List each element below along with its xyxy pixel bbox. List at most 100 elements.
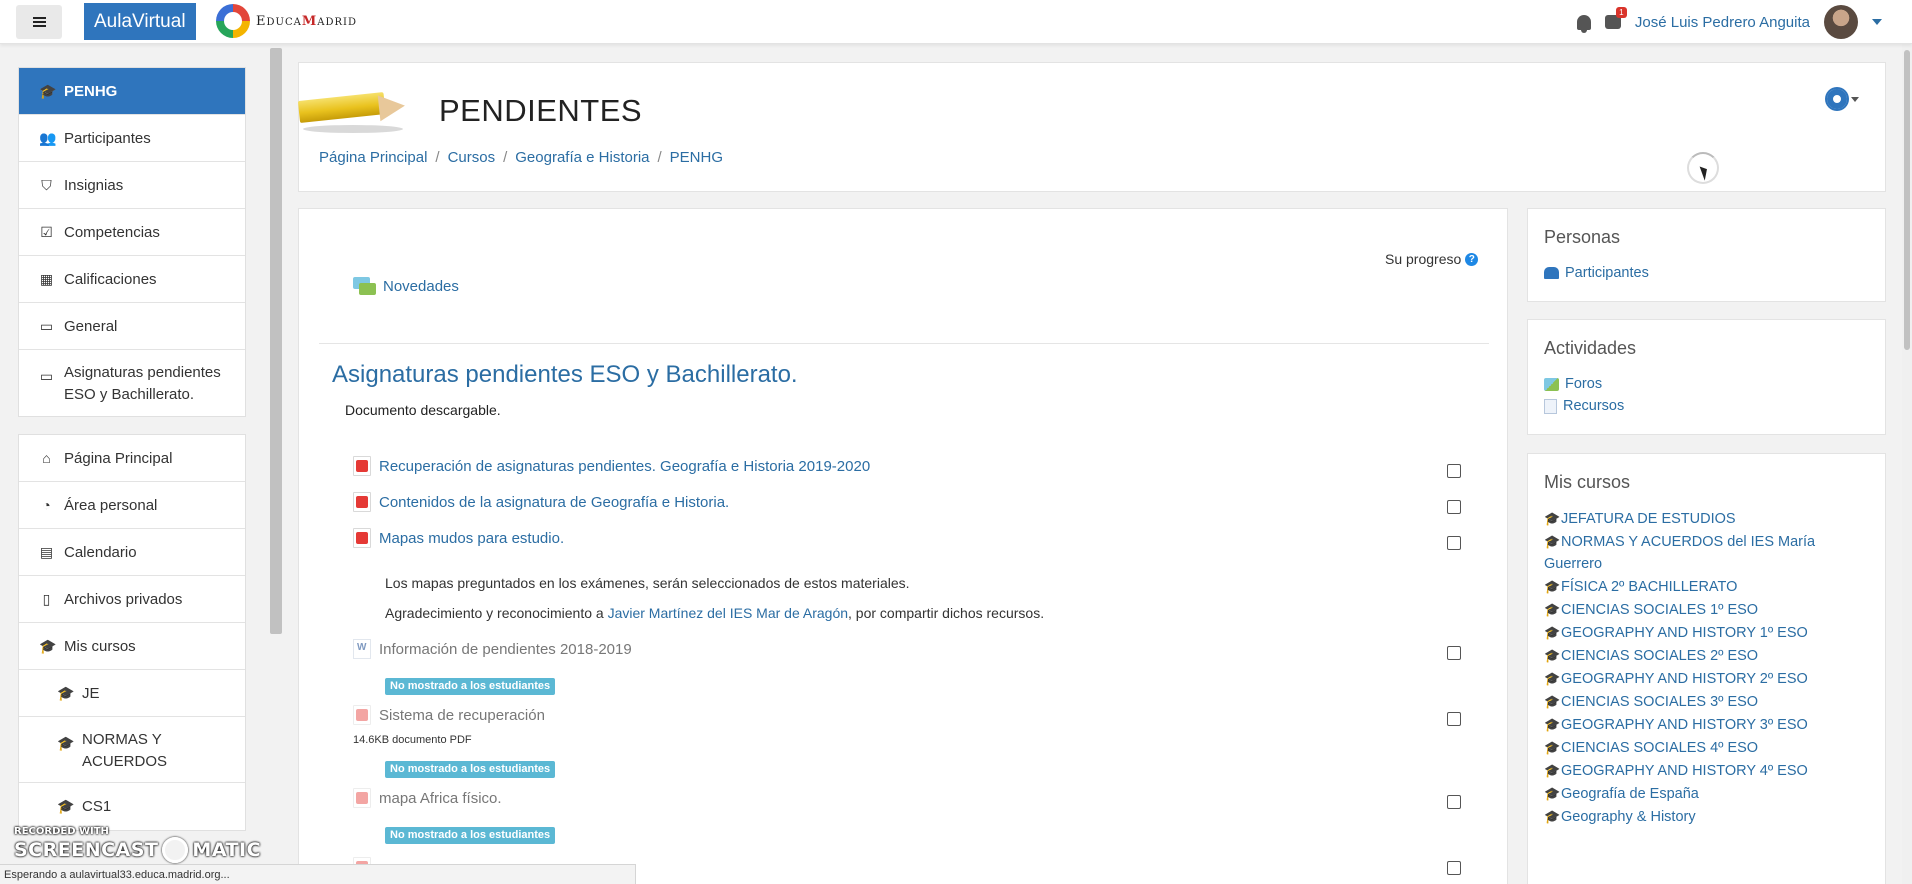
breadcrumb-item[interactable]: Geografía e Historia [515, 149, 649, 166]
nav-item-calificaciones[interactable]: ▦ Calificaciones [19, 256, 245, 303]
activity-news-forum[interactable]: Novedades [353, 277, 459, 295]
nav-item-course-cs1[interactable]: 🎓 CS1 [19, 783, 245, 830]
breadcrumb-item[interactable]: Cursos [448, 149, 496, 166]
nav-item-asignaturas-pendientes[interactable]: ▭ Asignaturas pendientes ESO y Bachiller… [19, 350, 245, 416]
activity-pdf-resource[interactable]: Contenidos de la asignatura de Geografía… [353, 492, 729, 512]
completion-checkbox[interactable] [1447, 536, 1461, 550]
activity-pdf-resource[interactable]: Sistema de recuperación [353, 705, 545, 725]
help-icon[interactable]: ? [1465, 252, 1479, 266]
completion-checkbox[interactable] [1447, 500, 1461, 514]
completion-checkbox[interactable] [1447, 861, 1461, 875]
pdf-icon [353, 492, 371, 512]
breadcrumb-separator: / [657, 149, 662, 166]
nav-item-insignias[interactable]: ⛉ Insignias [19, 162, 245, 209]
completion-checkbox[interactable] [1447, 464, 1461, 478]
user-menu-chevron-down-icon[interactable] [1872, 19, 1882, 25]
section-title[interactable]: Asignaturas pendientes ESO y Bachillerat… [332, 361, 798, 389]
activity-link[interactable]: Contenidos de la asignatura de Geografía… [379, 494, 729, 511]
nav-item-area-personal[interactable]: ◔ Área personal [19, 482, 245, 529]
course-link[interactable]: 🎓CIENCIAS SOCIALES 4º ESO [1544, 736, 1869, 759]
user-menu-name[interactable]: José Luis Pedrero Anguita [1635, 14, 1810, 31]
block-link-label: Recursos [1563, 398, 1625, 414]
breadcrumb-separator: / [435, 149, 440, 166]
nav-item-label: Insignias [64, 176, 124, 194]
block-link-forums[interactable]: Foros [1544, 373, 1869, 395]
completion-checkbox[interactable] [1447, 795, 1461, 809]
block-link-label: Foros [1565, 376, 1603, 392]
educamadrid-logo[interactable]: EDUCAMADRID [216, 4, 357, 38]
pdf-icon [353, 528, 371, 548]
nav-item-calendario[interactable]: ▤ Calendario [19, 529, 245, 576]
breadcrumb-item[interactable]: PENHG [670, 149, 723, 166]
course-link[interactable]: 🎓GEOGRAPHY AND HISTORY 3º ESO [1544, 713, 1869, 736]
section-summary: Documento descargable. [345, 402, 501, 418]
gear-icon [1827, 89, 1847, 109]
course-link[interactable]: 🎓FÍSICA 2º BACHILLERATO [1544, 575, 1869, 598]
credits-link[interactable]: Javier Martínez del IES Mar de Aragón [608, 605, 848, 621]
nav-item-archivos-privados[interactable]: ▯ Archivos privados [19, 576, 245, 623]
graduation-cap-icon: 🎓 [1544, 809, 1561, 824]
page-scrollbar-thumb[interactable] [1904, 50, 1910, 350]
drawer-scrollbar[interactable] [270, 48, 282, 634]
nav-item-course-penhg[interactable]: 🎓 PENHG [19, 68, 245, 115]
course-link[interactable]: 🎓CIENCIAS SOCIALES 2º ESO [1544, 644, 1869, 667]
course-link[interactable]: 🎓GEOGRAPHY AND HISTORY 2º ESO [1544, 667, 1869, 690]
graduation-cap-icon: 🎓 [1544, 579, 1561, 594]
activity-link[interactable]: mapa Africa físico. [379, 790, 502, 807]
activity-link[interactable]: Recuperación de asignaturas pendientes. … [379, 458, 870, 475]
avatar[interactable] [1824, 5, 1858, 39]
nav-item-mis-cursos[interactable]: 🎓 Mis cursos [19, 623, 245, 670]
nav-item-competencias[interactable]: ☑ Competencias [19, 209, 245, 256]
graduation-cap-icon: 🎓 [39, 637, 57, 654]
menu-toggle-button[interactable] [16, 5, 62, 39]
graduation-cap-icon: 🎓 [57, 684, 75, 701]
completion-checkbox[interactable] [1447, 646, 1461, 660]
course-link[interactable]: 🎓GEOGRAPHY AND HISTORY 1º ESO [1544, 621, 1869, 644]
activity-word-resource[interactable]: Información de pendientes 2018-2019 [353, 639, 632, 659]
block-link-participants[interactable]: Participantes [1544, 262, 1869, 284]
activity-link[interactable]: Sistema de recuperación [379, 707, 545, 724]
activity-pdf-resource[interactable]: mapa Africa físico. [353, 788, 502, 808]
course-link[interactable]: 🎓NORMAS Y ACUERDOS del IES María Guerrer… [1544, 530, 1869, 575]
graduation-cap-icon: 🎓 [1544, 763, 1561, 778]
completion-checkbox[interactable] [1447, 712, 1461, 726]
course-link[interactable]: 🎓CIENCIAS SOCIALES 1º ESO [1544, 598, 1869, 621]
activity-pdf-resource[interactable]: Recuperación de asignaturas pendientes. … [353, 456, 870, 476]
graduation-cap-icon: 🎓 [57, 735, 75, 751]
page-scrollbar[interactable] [1902, 44, 1912, 884]
nav-item-participantes[interactable]: 👥 Participantes [19, 115, 245, 162]
nav-item-general[interactable]: ▭ General [19, 303, 245, 350]
graduation-cap-icon: 🎓 [1544, 786, 1561, 801]
breadcrumb-separator: / [503, 149, 508, 166]
course-link[interactable]: 🎓GEOGRAPHY AND HISTORY 4º ESO [1544, 759, 1869, 782]
credits-text: Agradecimiento y reconocimiento a [385, 605, 604, 621]
credits-text: , por compartir dichos recursos. [848, 605, 1045, 621]
breadcrumb-item[interactable]: Página Principal [319, 149, 427, 166]
nav-item-pagina-principal[interactable]: ⌂ Página Principal [19, 435, 245, 482]
course-link[interactable]: 🎓Geografía de España [1544, 782, 1869, 805]
pdf-icon [353, 456, 371, 476]
block-link-label: Participantes [1565, 265, 1649, 281]
activity-link[interactable]: Información de pendientes 2018-2019 [379, 641, 632, 658]
activity-link[interactable]: Mapas mudos para estudio. [379, 530, 564, 547]
educamadrid-logo-text: EDUCAMADRID [256, 13, 357, 29]
chevron-down-icon [1851, 96, 1859, 102]
nav-item-course-normas[interactable]: 🎓 NORMAS Y ACUERDOS [19, 717, 245, 783]
educamadrid-logo-icon [216, 4, 250, 38]
course-settings-button[interactable] [1827, 87, 1867, 111]
graduation-cap-icon: 🎓 [39, 82, 57, 99]
nav-item-course-je[interactable]: 🎓 JE [19, 670, 245, 717]
course-link[interactable]: 🎓JEFATURA DE ESTUDIOS [1544, 507, 1869, 530]
pdf-icon [353, 705, 371, 725]
graduation-cap-icon: 🎓 [1544, 648, 1561, 663]
course-link[interactable]: 🎓Geography & History [1544, 805, 1869, 828]
brand-link[interactable]: AulaVirtual [84, 3, 196, 40]
graduation-cap-icon: 🎓 [57, 798, 75, 814]
bell-icon[interactable] [1576, 14, 1591, 33]
activity-pdf-resource[interactable]: Mapas mudos para estudio. [353, 528, 564, 548]
block-link-resources[interactable]: Recursos [1544, 395, 1869, 417]
users-icon: 👥 [39, 129, 57, 146]
messages-icon[interactable]: 1 [1604, 7, 1627, 29]
activity-link[interactable]: Novedades [383, 278, 459, 295]
course-link[interactable]: 🎓CIENCIAS SOCIALES 3º ESO [1544, 690, 1869, 713]
